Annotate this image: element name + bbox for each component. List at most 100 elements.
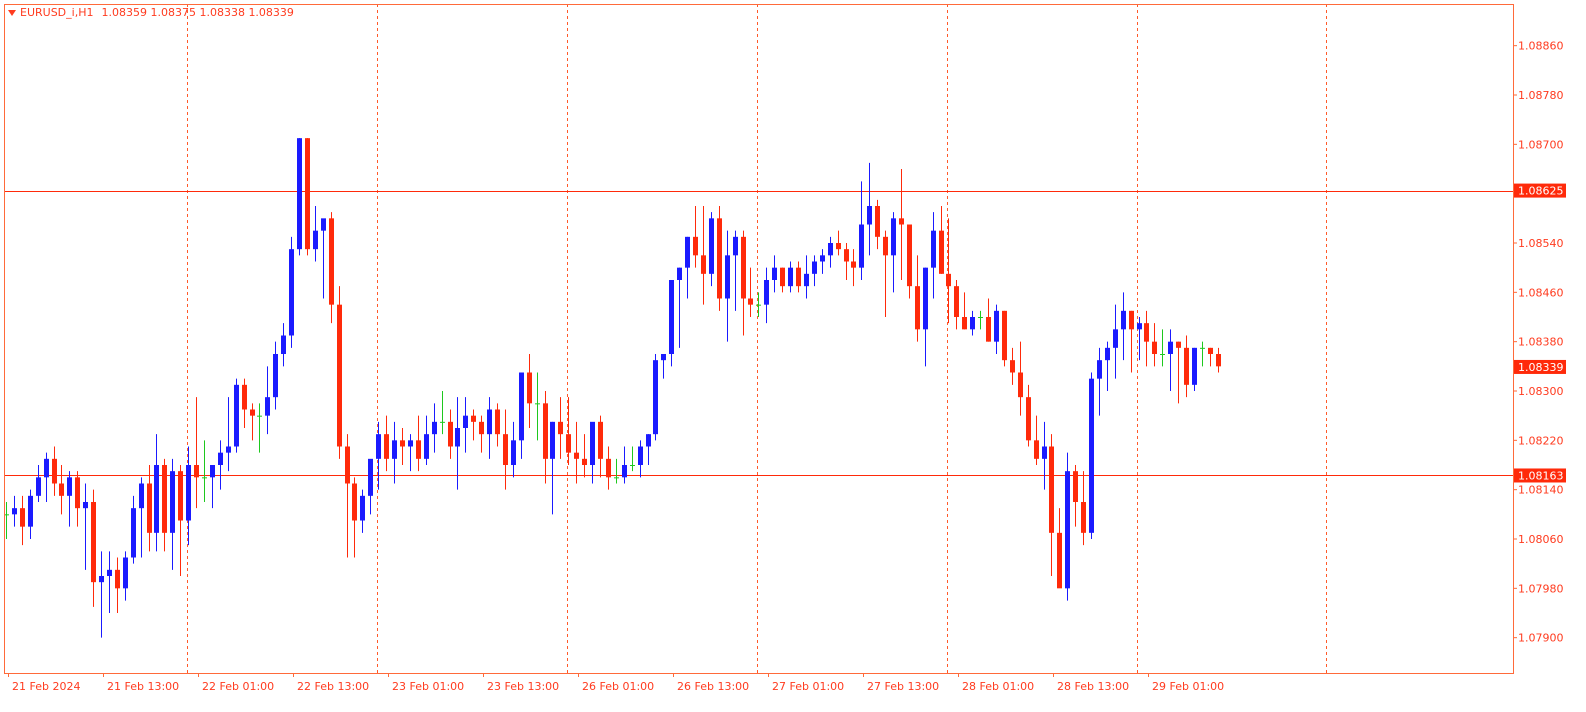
candle-body [915,286,920,330]
candle [1002,310,1007,367]
candle-body [978,317,983,318]
candle-body [1081,502,1086,533]
candle-body [503,434,508,465]
candle-body [1113,329,1118,348]
candle-body [75,477,80,509]
candle [194,397,199,509]
candle-body [1089,378,1094,533]
x-tick-label: 29 Feb 01:00 [1152,680,1224,693]
candle [859,181,864,280]
candle [471,409,476,441]
candle [725,230,730,342]
symbol-header[interactable]: EURUSD_i,H1 1.08359 1.08375 1.08338 1.08… [8,6,294,19]
candle [638,440,643,478]
candle-body [495,409,500,435]
candle-body [1121,310,1126,330]
candle [83,483,88,570]
candle-body [1176,341,1181,348]
candle [36,465,41,502]
candle-body [147,483,152,533]
candle [899,169,904,280]
candle [748,267,753,317]
candle [432,403,437,453]
candle-body [1216,354,1221,367]
candle [1192,347,1197,391]
candle-body [859,224,864,268]
candle [844,243,849,280]
candle-body [725,255,730,299]
candle-body [257,415,262,417]
candle-body [1049,446,1054,533]
candle-body [844,249,849,262]
candle-body [630,465,635,466]
candle-body [519,372,524,441]
candle-body [1065,471,1070,589]
candle-body [12,508,17,515]
candle [1010,347,1015,385]
candle-body [368,458,373,496]
x-tick-label: 22 Feb 13:00 [297,680,369,693]
candle [661,354,666,379]
candle-body [178,471,183,521]
y-tick-label: 1.08140 [1518,484,1564,497]
candle [867,162,872,256]
candle [242,378,247,428]
candle [202,440,207,502]
candle-body [748,298,753,305]
candle [820,249,825,274]
dropdown-triangle-icon[interactable] [8,9,16,16]
candle-body [1160,354,1165,355]
candle [305,138,310,256]
candle [170,458,175,570]
candle-body [693,236,698,256]
candle [622,446,627,484]
candle [1034,415,1039,465]
candle-body [1184,347,1189,385]
candle-body [131,508,136,558]
candlestick-chart[interactable]: 1.08860 1.08780 1.08700 1.08540 1.08460 1.083… [0,0,1586,708]
y-tick-label: 1.08300 [1518,385,1564,398]
candle [939,206,944,274]
candle [1113,304,1118,379]
candle [978,310,983,330]
price-axis: 1.08860 1.08780 1.08700 1.08540 1.08460 1.083… [1513,40,1566,645]
candle [931,212,936,299]
candle-body [139,483,144,509]
candle [1144,310,1149,367]
candle [234,378,239,453]
x-tick-label: 28 Feb 01:00 [962,680,1034,693]
candle [566,397,571,465]
candle-body [202,477,207,479]
candle [12,495,17,527]
candle [986,298,991,342]
candle [907,224,912,299]
x-tick-label: 21 Feb 2024 [12,680,80,693]
candle-body [28,495,33,527]
candle-body [669,280,674,354]
candle [812,255,817,287]
candle-body [376,434,381,459]
candle [416,415,421,472]
x-tick-label: 26 Feb 01:00 [582,680,654,693]
candle-body [250,409,255,416]
ohlc-values: 1.08359 1.08375 1.08338 1.08339 [101,6,294,19]
chart-window[interactable]: 1.08860 1.08780 1.08700 1.08540 1.08460 1.083… [0,0,1586,708]
candle-body [297,138,302,250]
candle [946,218,951,324]
candle-body [1010,360,1015,373]
candle-body [67,477,72,496]
candle-body [931,230,936,268]
candle [756,292,761,317]
candle [804,255,809,299]
candle [210,465,215,509]
candle [52,446,57,496]
candle-body [875,206,880,237]
candle [875,199,880,250]
candle [313,206,318,262]
candle-body [448,421,453,447]
candle-body [994,310,999,342]
candle [186,446,191,546]
candle [701,206,706,305]
candle [511,421,516,478]
x-tick-label: 23 Feb 13:00 [487,680,559,693]
